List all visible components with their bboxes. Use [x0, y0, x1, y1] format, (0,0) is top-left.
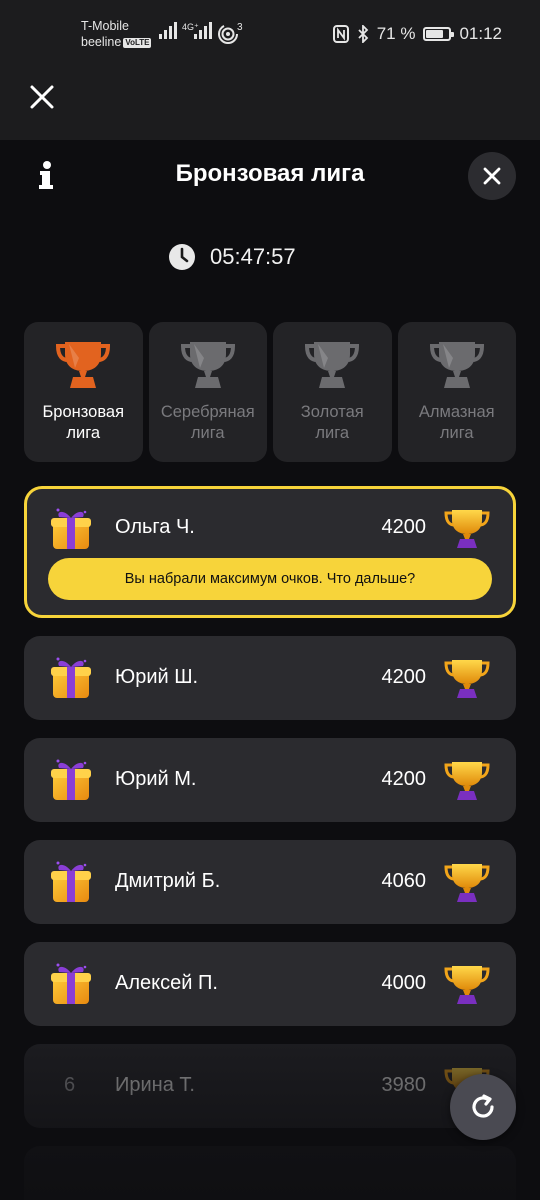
league-label-sub: лига [315, 424, 350, 442]
player-name: Юрий М. [115, 768, 197, 790]
leaderboard-row[interactable]: Дмитрий Б. 4060 [24, 840, 516, 924]
league-label: Алмазная [418, 403, 495, 421]
tab-gold-league[interactable]: Золотая лига [273, 322, 392, 462]
trophy-icon [444, 860, 490, 904]
hotspot-count: 3 [237, 22, 243, 33]
carrier-1: T-Mobile [81, 19, 129, 33]
league-label: Бронзовая [42, 403, 125, 421]
gift-icon [50, 656, 92, 700]
top-bar [0, 70, 540, 140]
player-score: 4200 [381, 666, 427, 688]
player-name: Ольга Ч. [115, 516, 195, 538]
leaderboard-row[interactable]: 6 Ирина Т. 3980 [24, 1044, 516, 1128]
gift-icon [50, 507, 92, 551]
carrier-2: beeline [81, 35, 122, 49]
trophy-icon [444, 506, 490, 550]
current-user-row[interactable]: Ольга Ч. 4200 Вы набрали максимум очков.… [24, 486, 516, 618]
nfc-icon [332, 25, 349, 43]
trophy-icon [444, 656, 490, 700]
bluetooth-icon [358, 25, 368, 43]
status-bar: T-Mobile beeline VoLTE 4G⁺ 3 71 % 01:12 [0, 0, 540, 70]
bronze-trophy-icon [55, 338, 111, 390]
signal-icon-2 [194, 22, 212, 39]
league-label-sub: лига [439, 424, 474, 442]
page-title: Бронзовая лига [175, 160, 365, 187]
close-button[interactable] [468, 152, 516, 200]
carrier-info: T-Mobile beeline VoLTE [81, 18, 152, 50]
player-name: Дмитрий Б. [115, 870, 221, 892]
close-icon [483, 167, 501, 185]
battery-level [426, 30, 444, 38]
gold-trophy-icon [304, 338, 360, 390]
hotspot-icon [218, 24, 238, 44]
clock-icon [169, 244, 195, 270]
league-tabs: Бронзовая лига Серебряная лига Золотая лига… [24, 322, 516, 462]
tab-diamond-league[interactable]: Алмазная лига [397, 322, 516, 462]
refresh-icon [472, 1094, 494, 1118]
gift-icon [50, 860, 92, 904]
player-score: 4060 [381, 870, 427, 892]
leaderboard-row-partial[interactable] [24, 1146, 516, 1200]
league-label-sub: лига [66, 424, 101, 442]
leaderboard-row[interactable]: Юрий М. 4200 [24, 738, 516, 822]
countdown-timer: 05:47:57 [168, 243, 296, 271]
player-name: Юрий Ш. [115, 666, 199, 688]
clock: 01:12 [459, 24, 502, 43]
diamond-trophy-icon [429, 338, 485, 390]
battery-percent: 71 % [376, 24, 416, 43]
silver-trophy-icon [180, 338, 236, 390]
player-rank: 6 [64, 1074, 76, 1096]
trophy-icon [444, 758, 490, 802]
gift-icon [50, 758, 92, 802]
refresh-button[interactable] [450, 1074, 516, 1140]
gift-icon [50, 962, 92, 1006]
player-score: 3980 [381, 1074, 427, 1096]
timer-value: 05:47:57 [210, 244, 296, 269]
close-icon[interactable] [28, 83, 56, 111]
player-score: 4000 [381, 972, 427, 994]
battery-icon [423, 27, 455, 41]
leaderboard-row[interactable]: Алексей П. 4000 [24, 942, 516, 1026]
player-score: 4200 [381, 768, 427, 790]
tab-silver-league[interactable]: Серебряная лига [148, 322, 267, 462]
league-label: Серебряная [160, 403, 255, 421]
max-score-banner[interactable]: Вы набрали максимум очков. Что дальше? [48, 558, 492, 600]
tab-bronze-league[interactable]: Бронзовая лига [24, 322, 143, 462]
player-name: Ирина Т. [115, 1074, 195, 1096]
leaderboard-row[interactable]: Юрий Ш. 4200 [24, 636, 516, 720]
league-label-sub: лига [190, 424, 225, 442]
league-label: Золотая [300, 403, 364, 421]
signal-icon [159, 22, 177, 39]
player-score: 4200 [381, 516, 427, 538]
trophy-icon [444, 962, 490, 1006]
player-name: Алексей П. [115, 972, 218, 994]
volte-badge: VoLTE [123, 37, 152, 48]
